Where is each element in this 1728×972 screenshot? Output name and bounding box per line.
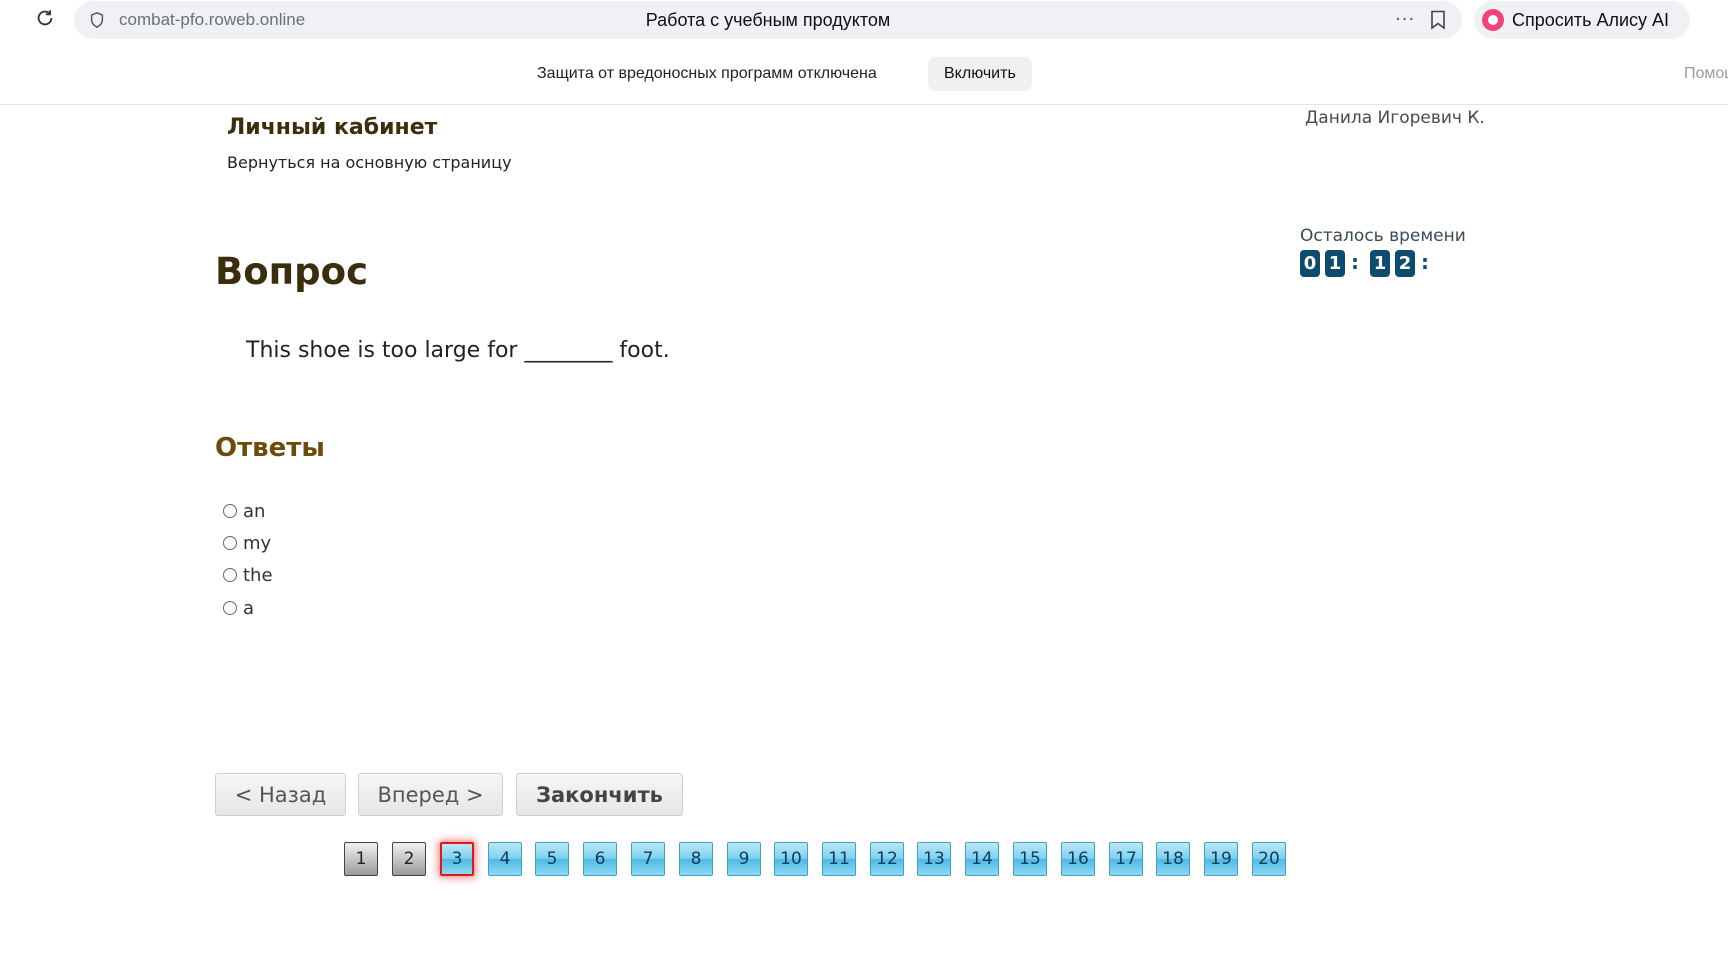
question-heading: Вопрос [215, 250, 369, 293]
page-button-9[interactable]: 9 [727, 842, 761, 876]
enable-protection-button[interactable]: Включить [928, 57, 1032, 91]
answer-label[interactable]: a [243, 598, 254, 619]
answer-radio[interactable] [223, 536, 237, 550]
back-button[interactable]: < Назад [215, 773, 346, 816]
timer-digit: 2 [1395, 250, 1415, 277]
answer-label[interactable]: an [243, 501, 265, 522]
page-button-19[interactable]: 19 [1204, 842, 1238, 876]
page-button-16[interactable]: 16 [1061, 842, 1095, 876]
timer-label: Осталось времени [1300, 226, 1466, 246]
timer-separator: : [1421, 250, 1429, 274]
page-button-17[interactable]: 17 [1109, 842, 1143, 876]
finish-button[interactable]: Закончить [516, 773, 683, 816]
alice-icon [1482, 9, 1504, 31]
forward-button[interactable]: Вперед > [358, 773, 503, 816]
page-button-14[interactable]: 14 [965, 842, 999, 876]
bookmark-icon[interactable] [1430, 10, 1446, 30]
shield-icon[interactable] [88, 11, 106, 29]
answers-heading: Ответы [215, 433, 325, 463]
page-button-7[interactable]: 7 [631, 842, 665, 876]
page-button-6[interactable]: 6 [583, 842, 617, 876]
page-button-4[interactable]: 4 [488, 842, 522, 876]
answer-label[interactable]: my [243, 533, 271, 554]
reload-icon[interactable] [34, 7, 56, 29]
page-button-10[interactable]: 10 [774, 842, 808, 876]
page-button-20[interactable]: 20 [1252, 842, 1286, 876]
user-name: Данила Игоревич К. [1305, 108, 1485, 128]
page-button-2[interactable]: 2 [392, 842, 426, 876]
timer-digit: 1 [1325, 250, 1345, 277]
timer-separator: : [1351, 250, 1359, 274]
more-icon[interactable]: ··· [1395, 9, 1415, 30]
url-text[interactable]: combat-pfo.roweb.online [119, 10, 305, 30]
timer-digit: 0 [1300, 250, 1320, 277]
answer-option[interactable]: the [223, 562, 273, 588]
answer-label[interactable]: the [243, 565, 273, 586]
browser-toolbar: combat-pfo.roweb.online Работа с учебным… [0, 0, 1728, 39]
page-button-15[interactable]: 15 [1013, 842, 1047, 876]
back-to-main-link[interactable]: Вернуться на основную страницу [227, 153, 512, 172]
page-button-11[interactable]: 11 [822, 842, 856, 876]
page-button-13[interactable]: 13 [917, 842, 951, 876]
page-button-1[interactable]: 1 [344, 842, 378, 876]
page-button-8[interactable]: 8 [679, 842, 713, 876]
page-button-3[interactable]: 3 [440, 842, 474, 876]
address-bar[interactable]: combat-pfo.roweb.online Работа с учебным… [74, 1, 1462, 39]
answer-radio[interactable] [223, 568, 237, 582]
answer-option[interactable]: a [223, 595, 254, 621]
answer-radio[interactable] [223, 504, 237, 518]
help-link[interactable]: Помощь [1684, 65, 1728, 83]
protection-notice-text: Защита от вредоносных программ отключена [537, 65, 877, 82]
page-button-5[interactable]: 5 [535, 842, 569, 876]
answer-option[interactable]: my [223, 530, 271, 556]
cabinet-title[interactable]: Личный кабинет [227, 115, 437, 140]
page-button-12[interactable]: 12 [870, 842, 904, 876]
question-text: This shoe is too large for ________ foot… [246, 338, 670, 363]
ask-alice-button[interactable]: Спросить Алису AI [1474, 1, 1690, 39]
answer-option[interactable]: an [223, 498, 265, 524]
protection-notice-bar: Защита от вредоносных программ отключена… [0, 44, 1728, 105]
page-button-18[interactable]: 18 [1156, 842, 1190, 876]
answer-radio[interactable] [223, 601, 237, 615]
timer-digit: 1 [1370, 250, 1390, 277]
ask-alice-label: Спросить Алису AI [1512, 10, 1670, 30]
